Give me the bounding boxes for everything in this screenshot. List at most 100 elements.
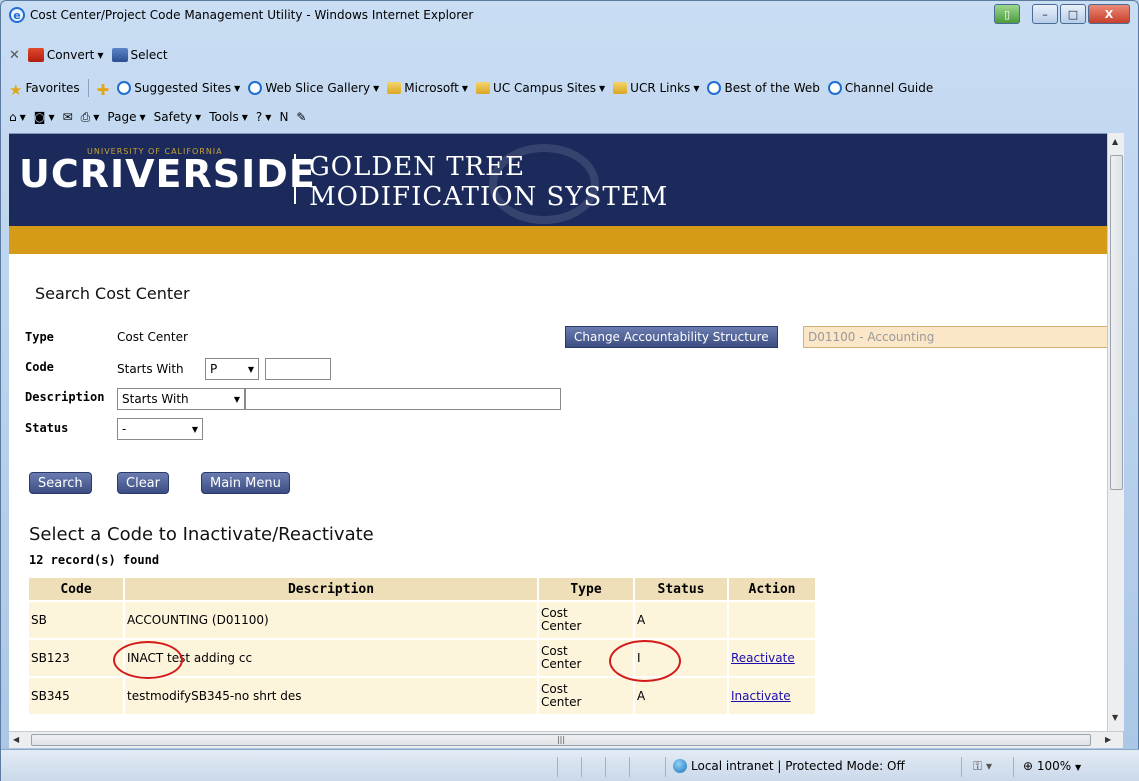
scroll-up-icon[interactable]: ▲ (1112, 137, 1118, 146)
folder-icon (476, 82, 491, 94)
type-line: Center (541, 619, 582, 633)
status-divider (961, 757, 962, 777)
close-button[interactable]: X (1088, 4, 1130, 24)
mail-button[interactable]: ✉ (63, 110, 73, 124)
favorite-best-of-the-web[interactable]: Best of the Web (707, 81, 820, 95)
favorite-microsoft[interactable]: Microsoft ▼ (387, 81, 468, 95)
search-button[interactable]: Search (29, 472, 92, 494)
cell-type: Cost Center (539, 678, 633, 714)
favorite-channel-guide[interactable]: Channel Guide (827, 81, 934, 95)
clear-button[interactable]: Clear (117, 472, 169, 494)
favorite-suggested-sites[interactable]: Suggested Sites ▼ (117, 81, 240, 95)
safety-menu[interactable]: Safety ▼ (154, 110, 202, 124)
description-operator-select[interactable]: Starts With ▼ (117, 388, 245, 410)
system-title-line2: MODIFICATION SYSTEM (309, 182, 669, 212)
zoom-icon: ⊕ (1023, 759, 1034, 773)
chevron-down-icon: ▼ (1075, 763, 1082, 772)
chevron-down-icon: ▼ (234, 83, 241, 93)
favorite-uc-campus-sites[interactable]: UC Campus Sites ▼ (476, 81, 605, 95)
favorite-ucr-links[interactable]: UCR Links ▼ (613, 81, 699, 95)
cell-description: ACCOUNTING (D01100) (125, 602, 537, 638)
protected-mode-icon[interactable]: ⚿ ▾ (973, 759, 992, 774)
minimize-button[interactable]: – (1032, 4, 1058, 24)
select-label: Select (130, 48, 168, 62)
scroll-thumb[interactable] (1110, 155, 1123, 490)
main-menu-button[interactable]: Main Menu (201, 472, 290, 494)
browser-window: e Cost Center/Project Code Management Ut… (0, 0, 1139, 781)
tools-menu[interactable]: Tools ▼ (209, 110, 248, 124)
close-toolbar-icon[interactable]: ✕ (9, 48, 20, 63)
code-prefix-value: P (210, 362, 218, 376)
window-controls: ▯ – □ X (994, 4, 1130, 24)
scroll-down-icon[interactable]: ▼ (1112, 713, 1118, 722)
favorite-label: Channel Guide (844, 81, 934, 95)
security-zone-label: Local intranet | Protected Mode: Off (691, 759, 905, 773)
record-count: 12 record(s) found (29, 553, 160, 567)
scroll-right-icon[interactable]: ▶ (1105, 735, 1111, 744)
code-operator: Starts With (117, 362, 184, 376)
favorite-label: Microsoft (404, 81, 459, 95)
onenote-button[interactable]: N (279, 110, 288, 124)
chevron-down-icon: ▼ (97, 50, 104, 60)
chevron-down-icon: ▼ (48, 112, 55, 122)
feeds-button[interactable]: ◙ ▼ (34, 110, 55, 124)
code-input[interactable] (265, 358, 331, 380)
inactivate-link[interactable]: Inactivate (731, 689, 791, 703)
home-button[interactable]: ⌂ ▼ (9, 110, 26, 124)
scroll-left-icon[interactable]: ◀ (13, 735, 19, 744)
vertical-scrollbar[interactable]: ▲ ▼ (1107, 133, 1124, 731)
chevron-down-icon: ▼ (599, 83, 606, 93)
status-select[interactable]: - ▼ (117, 418, 203, 440)
type-line: Cost (541, 682, 568, 696)
status-divider (1013, 757, 1014, 777)
switch-windows-icon[interactable]: ▯ (994, 4, 1020, 24)
security-zone[interactable]: Local intranet | Protected Mode: Off (673, 759, 905, 773)
help-button[interactable]: ? ▼ (256, 110, 272, 124)
favorites-label: Favorites (25, 81, 80, 95)
reactivate-link[interactable]: Reactivate (731, 651, 795, 665)
add-favorite-icon[interactable]: ✚ (97, 81, 110, 99)
chevron-down-icon: ▼ (461, 83, 469, 93)
research-button[interactable]: ✎ (296, 110, 306, 124)
select-button[interactable]: Select (111, 48, 168, 62)
ie-icon (248, 81, 263, 95)
annotation-circle-status (609, 640, 681, 682)
status-select-value: - (122, 422, 127, 436)
favorites-button[interactable]: ★ Favorites (9, 81, 80, 99)
page-menu-label: Page (107, 110, 137, 124)
print-button[interactable]: ⎙ ▼ (81, 110, 100, 125)
help-icon: ? (255, 110, 263, 124)
horizontal-scrollbar[interactable]: ◀ ||| ▶ (9, 731, 1123, 748)
table-header-row: Code Description Type Status Action (29, 578, 815, 600)
page-menu[interactable]: Page ▼ (107, 110, 145, 124)
code-prefix-select[interactable]: P ▼ (205, 358, 259, 380)
table-row: SB ACCOUNTING (D01100) Cost Center A (29, 602, 815, 638)
scroll-thumb[interactable]: ||| (31, 734, 1091, 746)
cell-description: INACT test adding cc (125, 640, 537, 676)
column-header-status: Status (635, 578, 727, 600)
zoom-control[interactable]: ⊕ 100% ▼ (1023, 759, 1081, 773)
favorite-label: Web Slice Gallery (265, 81, 371, 95)
title-bar: e Cost Center/Project Code Management Ut… (1, 1, 1138, 29)
favorites-bar: ★ Favorites ✚ Suggested Sites ▼ Web Slic… (1, 76, 1138, 100)
folder-icon (613, 82, 628, 94)
safety-menu-label: Safety (153, 110, 193, 124)
print-icon: ⎙ (80, 109, 91, 124)
cell-code: SB123 (29, 640, 123, 676)
type-label: Type (25, 330, 54, 344)
favorite-label: UC Campus Sites (493, 81, 597, 95)
structure-field[interactable]: D01100 - Accounting (803, 326, 1109, 348)
globe-icon (673, 759, 687, 773)
chevron-down-icon: ▼ (19, 112, 26, 122)
command-bar: ⌂ ▼ ◙ ▼ ✉ ⎙ ▼ Page ▼ Safety ▼ Tools ▼ ? ▼ N ✎ (1, 105, 1138, 129)
description-input[interactable] (245, 388, 561, 410)
window-title: Cost Center/Project Code Management Util… (30, 8, 474, 22)
cell-action (729, 602, 815, 638)
logo-divider (294, 154, 296, 204)
status-bar: Local intranet | Protected Mode: Off ⚿ ▾… (1, 749, 1139, 781)
change-structure-button[interactable]: Change Accountability Structure (565, 326, 778, 348)
favorite-web-slice-gallery[interactable]: Web Slice Gallery ▼ (248, 81, 379, 95)
maximize-button[interactable]: □ (1060, 4, 1086, 24)
mail-icon: ✉ (62, 110, 73, 124)
convert-button[interactable]: Convert ▼ (27, 48, 104, 62)
